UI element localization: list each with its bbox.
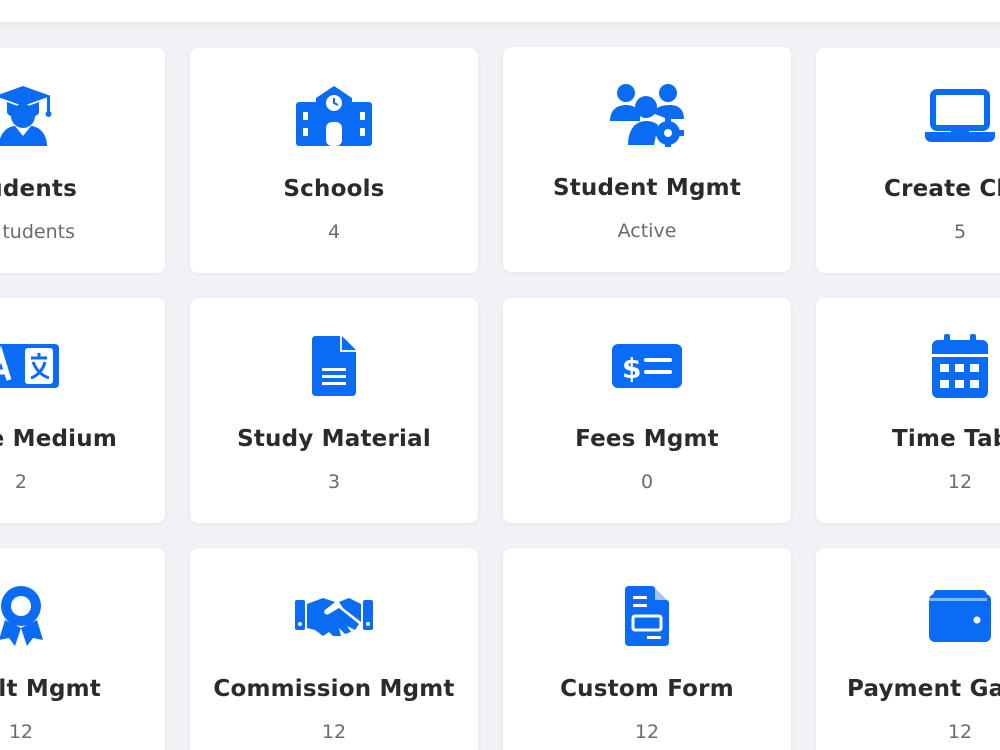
award-icon <box>0 584 165 648</box>
card-schools[interactable]: Schools 4 <box>190 48 478 273</box>
document-icon <box>190 334 478 398</box>
handshake-icon <box>190 584 478 648</box>
card-create-class[interactable]: Create Cla 5 <box>816 48 1000 273</box>
card-title: Student Mgmt <box>552 175 742 201</box>
card-title: Fees Mgmt <box>575 426 719 452</box>
calendar-icon <box>816 334 1000 398</box>
laptop-icon <box>816 84 1000 148</box>
language-icon <box>0 334 165 398</box>
card-study-material[interactable]: Study Material 3 <box>190 298 478 523</box>
card-subtitle: tudents <box>2 221 75 243</box>
card-time-table[interactable]: Time Tab 12 <box>816 298 1000 523</box>
card-subtitle: 12 <box>947 471 973 493</box>
card-title: Custom Form <box>560 676 734 702</box>
wallet-icon <box>816 584 1000 648</box>
card-fees-mgmt[interactable]: $ Fees Mgmt 0 <box>503 298 791 523</box>
card-student-mgmt[interactable]: Student Mgmt Active <box>503 47 791 272</box>
dashboard-grid: udents tudents Schools 4 <box>0 0 1000 750</box>
users-gear-icon <box>503 83 791 147</box>
graduate-icon <box>0 84 165 148</box>
card-title: Payment Ga <box>847 676 1000 702</box>
card-subtitle: 2 <box>14 471 27 493</box>
school-building-icon <box>190 84 478 148</box>
card-title: udents <box>0 176 77 202</box>
card-title: lt Mgmt <box>0 676 101 702</box>
card-result-mgmt[interactable]: lt Mgmt 12 <box>0 548 165 750</box>
card-title: Time Tab <box>892 426 1000 452</box>
card-title: e Medium <box>0 426 117 452</box>
card-custom-form[interactable]: Custom Form 12 <box>503 548 791 750</box>
card-subtitle: 12 <box>8 721 33 743</box>
card-subtitle: 12 <box>947 721 973 743</box>
card-title: Create Cla <box>884 176 1000 202</box>
svg-text:$: $ <box>622 352 641 385</box>
form-document-icon <box>503 584 791 648</box>
money-check-icon: $ <box>503 334 791 398</box>
card-subtitle: 5 <box>953 221 967 243</box>
card-payment-gateway[interactable]: Payment Ga 12 <box>816 548 1000 750</box>
card-commission-mgmt[interactable]: Commission Mgmt 12 <box>190 548 478 750</box>
